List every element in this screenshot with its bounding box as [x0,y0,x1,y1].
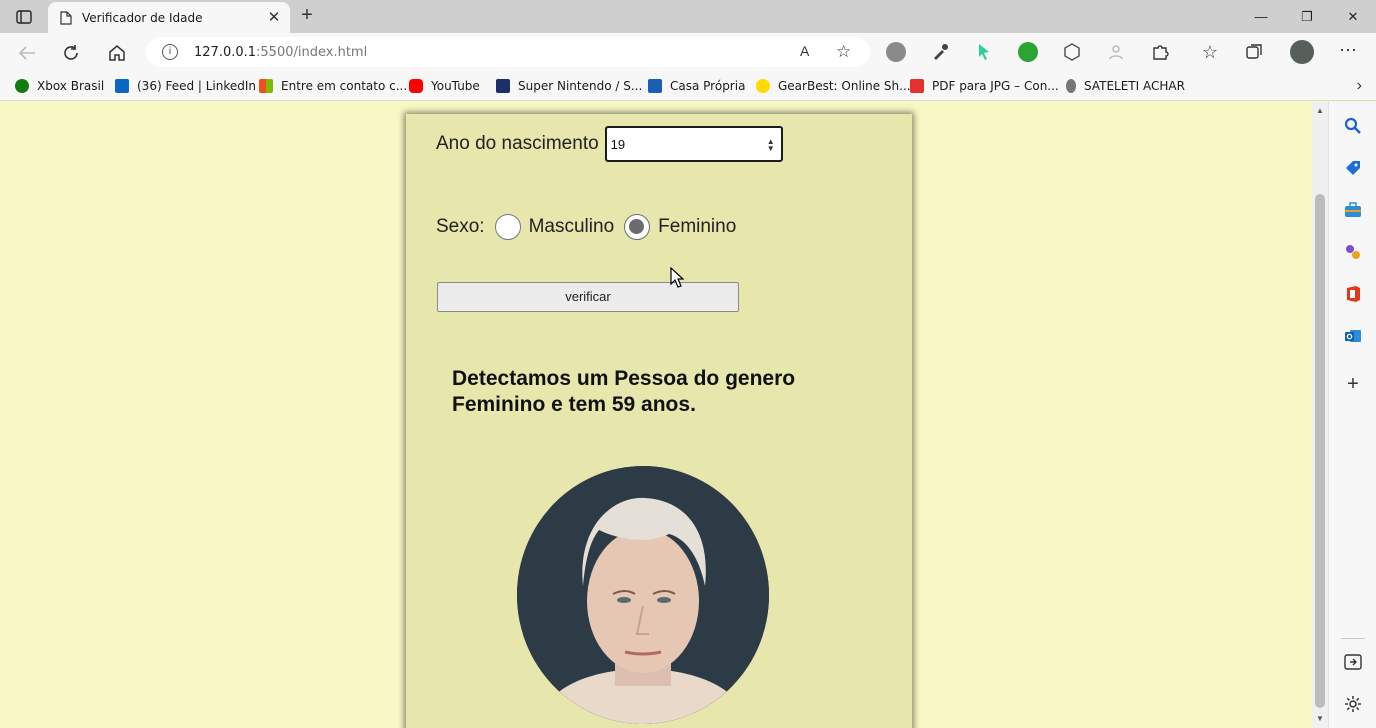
tools-icon[interactable] [1343,200,1363,220]
bookmark-youtube[interactable]: YouTube [409,78,480,94]
page-icon [60,10,72,25]
ano-value: 19 [610,137,626,152]
games-icon[interactable] [1343,242,1363,262]
shopping-tag-icon[interactable] [1343,158,1363,178]
sexo-row: Sexo: Masculino Feminino [436,214,736,240]
masculino-radio[interactable] [494,214,521,240]
extension-eyedropper-icon[interactable] [930,42,950,62]
bookmark-sateleti[interactable]: SATELETI ACHAR [1066,78,1185,94]
youtube-icon [409,79,423,93]
ano-label: Ano do nascimento [436,133,599,154]
result-text: Detectamos um Pessoa do genero Feminino … [452,367,796,416]
tab-title: Verificador de Idade [82,10,203,25]
refresh-icon[interactable] [58,40,84,66]
favorite-add-icon[interactable]: ☆ [836,42,851,62]
sidebar-divider [1341,638,1365,639]
extension-globe-icon[interactable] [886,42,906,62]
bookmark-pdf-jpg[interactable]: PDF para JPG – Con... [910,78,1059,94]
bookmark-super-nintendo[interactable]: Super Nintendo / S... [496,78,642,94]
pdf-icon [910,79,924,93]
address-bar[interactable]: i 127.0.0.1:5500/index.html A ☆ [146,37,870,67]
settings-more-icon[interactable]: ⋯ [1338,41,1358,62]
bookmark-casa-propria[interactable]: Casa Própria [648,78,745,94]
minimize-button[interactable]: — [1238,0,1284,33]
extension-green-icon[interactable] [1018,42,1038,62]
collections-icon[interactable] [1244,42,1264,62]
extension-cursor-icon[interactable] [974,42,994,62]
new-tab-button[interactable]: + [296,5,318,27]
person-photo [517,466,769,724]
spinner-icon[interactable]: ▲ ▼ [767,138,775,153]
gearbest-icon [756,79,770,93]
bookmark-linkedin[interactable]: (36) Feed | LinkedIn [115,78,256,94]
scroll-down-icon[interactable]: ▼ [1312,714,1328,724]
mouse-cursor-icon [670,267,684,288]
tab-strip: Verificador de Idade ✕ + — ❐ ✕ [0,0,1376,33]
feminino-radio[interactable] [624,214,651,240]
feminino-label: Feminino [658,216,737,237]
linkedin-icon [115,79,129,93]
extension-cube-icon[interactable] [1062,42,1082,62]
scroll-thumb[interactable] [1315,194,1325,708]
edge-sidebar: + [1328,102,1376,728]
favorites-icon[interactable]: ☆ [1200,42,1220,62]
bookmark-gearbest[interactable]: GearBest: Online Sh... [756,78,911,94]
page-viewport: Ano do nascimento 19 ▲ ▼ Sexo: Masculino … [0,102,1312,728]
microsoft-icon [259,79,273,93]
sateleti-icon [1066,79,1076,93]
bookmark-contato[interactable]: Entre em contato c... [259,78,407,94]
tab-verificador[interactable]: Verificador de Idade ✕ [48,2,290,33]
hide-sidebar-icon[interactable] [1343,652,1363,672]
bookmark-xbox[interactable]: Xbox Brasil [15,78,104,94]
verificar-button[interactable]: verificar [437,282,739,312]
chevron-right-icon[interactable]: › [1357,77,1362,95]
office-icon[interactable] [1343,284,1363,304]
ano-input[interactable]: 19 ▲ ▼ [604,126,783,162]
scroll-up-icon[interactable]: ▲ [1312,106,1328,116]
page-scrollbar[interactable]: ▲ ▼ [1312,102,1328,728]
close-window-button[interactable]: ✕ [1330,0,1376,33]
fr-icon [496,79,510,93]
sexo-label: Sexo: [436,216,485,237]
home-icon[interactable] [104,40,130,66]
tab-close-icon[interactable]: ✕ [266,9,282,26]
read-aloud-icon[interactable]: A [800,43,809,59]
verificador-card: Ano do nascimento 19 ▲ ▼ Sexo: Masculino … [406,114,912,728]
search-icon[interactable] [1343,116,1363,136]
profile-avatar[interactable] [1290,40,1314,64]
settings-gear-icon[interactable] [1343,694,1363,714]
add-icon[interactable]: + [1343,373,1363,395]
xbox-icon [15,79,29,93]
bookmarks-bar: Xbox Brasil (36) Feed | LinkedIn Entre e… [0,71,1376,101]
restore-button[interactable]: ❐ [1284,0,1330,33]
extensions-puzzle-icon[interactable] [1150,42,1170,62]
extension-people-icon[interactable] [1106,42,1126,62]
masculino-label: Masculino [528,216,615,237]
outlook-icon[interactable] [1343,326,1363,346]
back-icon[interactable] [14,40,40,66]
browser-toolbar: i 127.0.0.1:5500/index.html A ☆ ☆ ⋯ [0,33,1376,71]
tab-actions-icon[interactable] [10,6,38,28]
ano-row: Ano do nascimento 19 ▲ ▼ [436,126,783,162]
info-icon[interactable]: i [162,44,178,60]
caixa-icon [648,79,662,93]
address-text[interactable]: 127.0.0.1:5500/index.html [194,45,367,60]
